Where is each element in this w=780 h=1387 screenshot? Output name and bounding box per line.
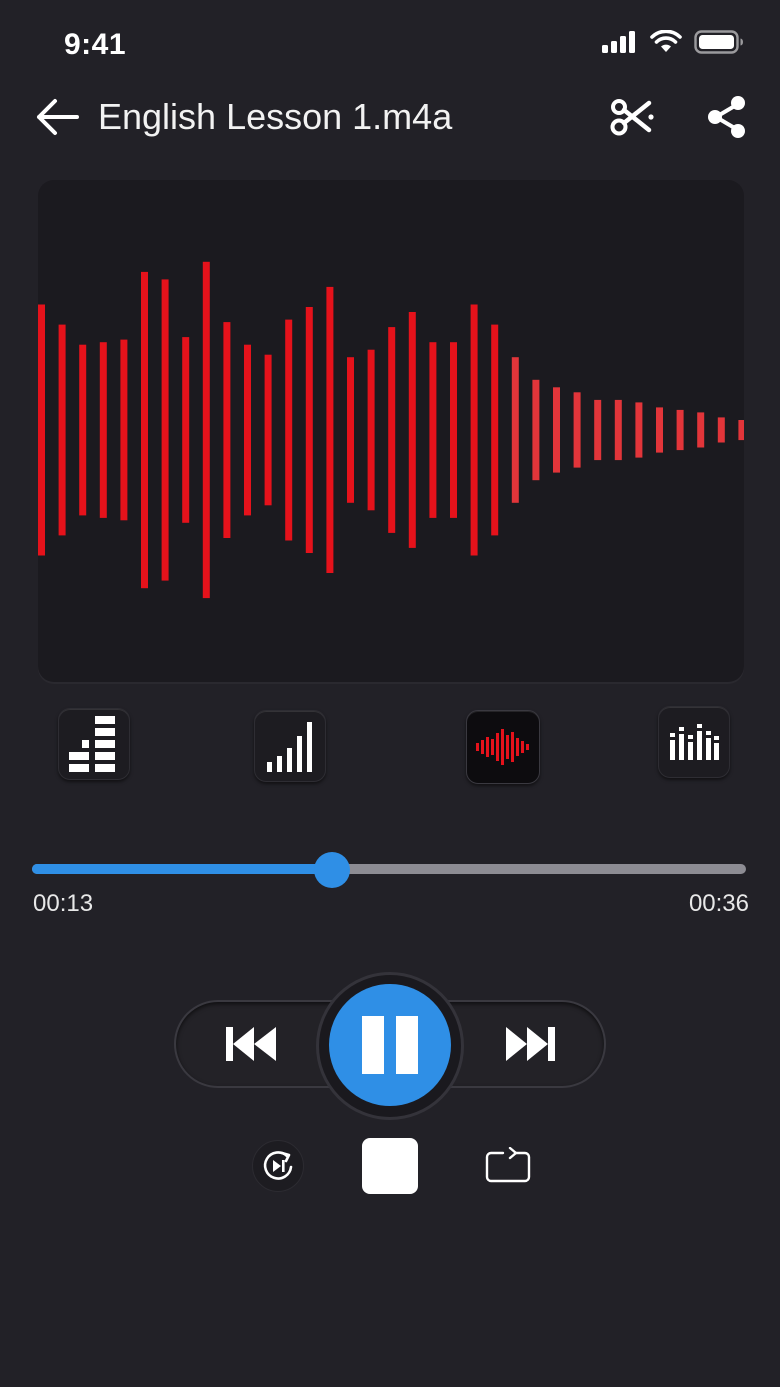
- waveform-bar: [470, 304, 478, 556]
- trim-button[interactable]: [604, 92, 662, 142]
- status-time: 9:41: [64, 28, 127, 61]
- visualizer-mode-dotted[interactable]: [658, 706, 730, 778]
- waveform-bar: [532, 379, 540, 481]
- waveform-bar: [58, 324, 66, 536]
- current-time: 00:13: [33, 890, 94, 917]
- waveform-icon: [476, 729, 529, 765]
- visualizer-mode-blocks[interactable]: [58, 708, 130, 780]
- share-button[interactable]: [700, 90, 754, 144]
- replay-icon: [263, 1151, 293, 1180]
- waveform-bar: [717, 417, 725, 443]
- ascending-bars-icon: [267, 722, 312, 772]
- total-time: 00:36: [688, 890, 749, 917]
- waveform-bar: [182, 337, 190, 523]
- waveform-display: [38, 261, 744, 599]
- share-icon: [708, 96, 745, 138]
- waveform-bar: [408, 312, 416, 548]
- waveform-bar: [573, 392, 581, 468]
- skip-previous-icon: [226, 1027, 276, 1061]
- previous-button[interactable]: [204, 1010, 300, 1078]
- waveform-bar: [738, 420, 744, 441]
- pause-button[interactable]: [329, 984, 451, 1106]
- progress-thumb[interactable]: [314, 852, 350, 888]
- repeat-button[interactable]: [482, 1142, 534, 1188]
- repeat-icon: [485, 1147, 531, 1183]
- waveform-bar: [450, 342, 457, 518]
- waveform-bar: [326, 286, 334, 573]
- visualizer-mode-ascending[interactable]: [254, 710, 326, 782]
- waveform-bar: [553, 387, 560, 473]
- waveform-bar: [264, 354, 272, 506]
- waveform-bar: [656, 407, 663, 453]
- waveform-bar: [697, 412, 705, 448]
- scissors-trim-icon: [610, 99, 654, 136]
- wifi-icon: [650, 30, 682, 52]
- waveform-bar: [79, 344, 87, 516]
- back-button[interactable]: [30, 92, 84, 142]
- replay-button[interactable]: [252, 1140, 304, 1192]
- waveform-bar: [511, 357, 519, 503]
- waveform-bar: [367, 349, 375, 511]
- battery-icon: [694, 30, 743, 54]
- waveform-bar: [429, 342, 437, 518]
- progress-fill: [32, 864, 332, 874]
- audio-player-screen: 9:41 English Lesson 1.m4a 00:13 00:36: [0, 0, 780, 1387]
- waveform-bar: [676, 409, 684, 451]
- waveform-bar: [161, 279, 169, 581]
- status-icons: [602, 30, 744, 54]
- stop-button[interactable]: [362, 1138, 418, 1194]
- waveform-panel: [38, 180, 744, 682]
- visualizer-mode-waveform[interactable]: [466, 710, 540, 784]
- skip-next-icon: [506, 1027, 555, 1061]
- waveform-bar: [635, 402, 643, 458]
- progress-track[interactable]: [32, 864, 746, 874]
- next-button[interactable]: [482, 1010, 578, 1078]
- cellular-signal-icon: [602, 31, 635, 53]
- dotted-bars-icon: [670, 724, 719, 760]
- waveform-bar: [202, 261, 210, 599]
- waveform-bar: [594, 399, 602, 461]
- waveform-bar: [244, 344, 251, 516]
- waveform-bar: [285, 319, 293, 541]
- waveform-bar: [38, 304, 45, 556]
- pause-icon: [362, 1016, 384, 1074]
- waveform-bar: [99, 342, 107, 518]
- waveform-bar: [141, 271, 148, 589]
- waveform-bar: [614, 399, 622, 461]
- waveform-bar: [347, 357, 354, 503]
- waveform-bar: [120, 339, 128, 521]
- block-bars-icon: [69, 716, 115, 772]
- file-title: English Lesson 1.m4a: [98, 96, 453, 137]
- waveform-bar: [491, 324, 499, 536]
- waveform-bar: [305, 307, 313, 553]
- waveform-bar: [223, 322, 231, 538]
- arrow-left-icon: [37, 99, 79, 135]
- waveform-bar: [388, 327, 396, 533]
